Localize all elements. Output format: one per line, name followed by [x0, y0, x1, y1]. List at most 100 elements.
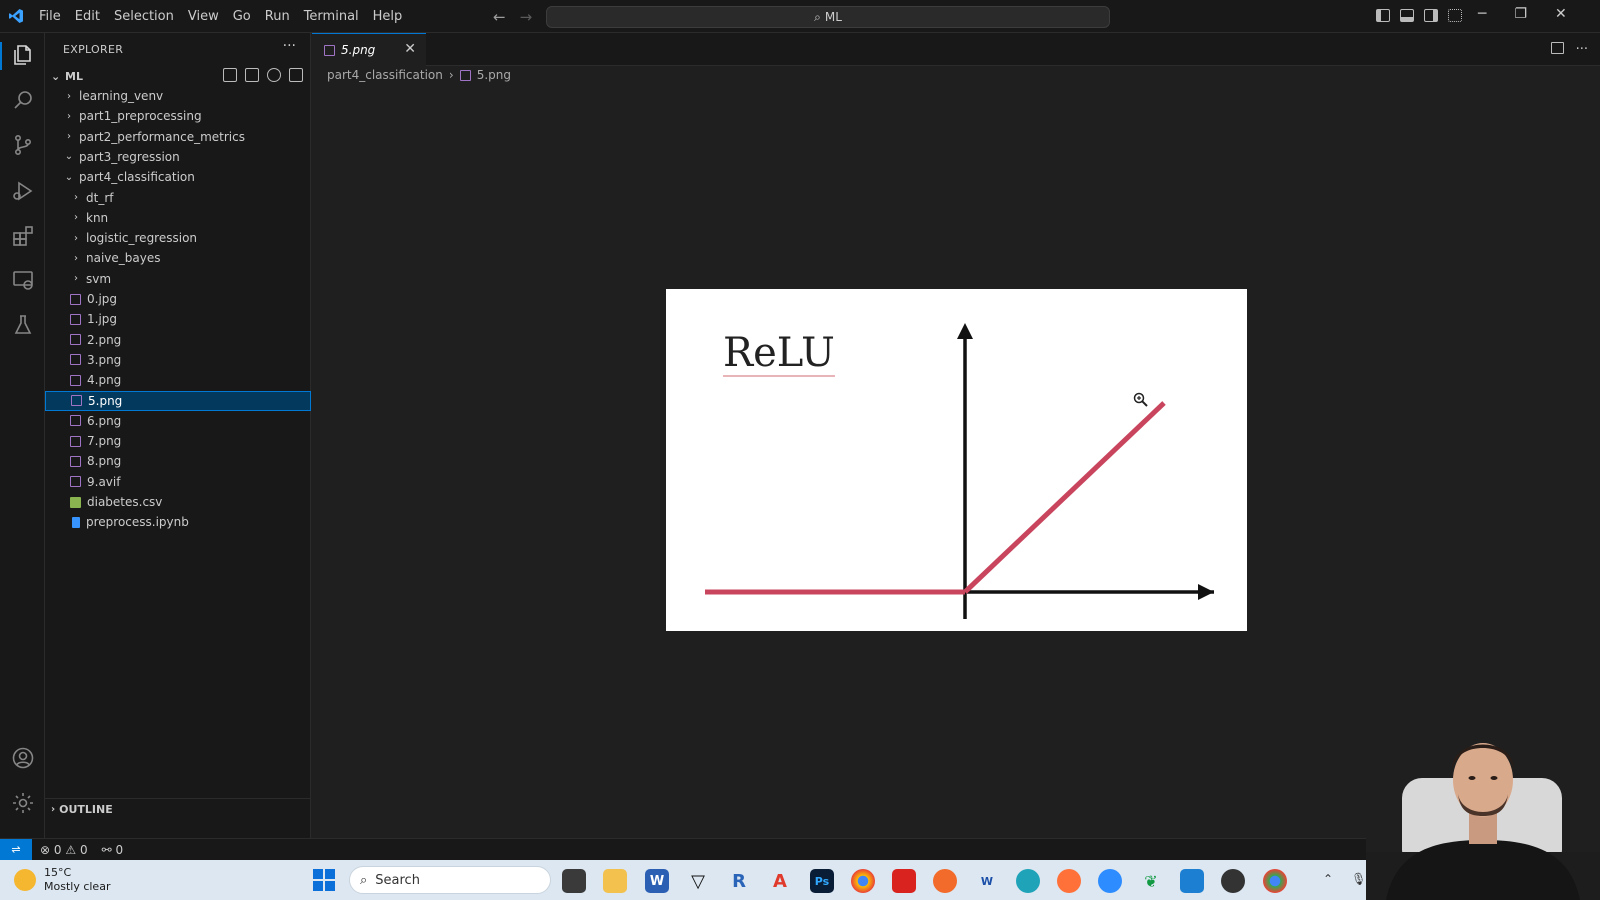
weather-temperature: 15°C [44, 866, 72, 879]
photoshop-icon[interactable]: Ps [810, 869, 834, 893]
tree-item-label: preprocess.ipynb [86, 515, 189, 530]
firefox-icon[interactable] [1057, 869, 1081, 893]
manage-gear-icon[interactable] [10, 790, 35, 815]
tree-item[interactable]: 9.avif [45, 472, 311, 492]
microphone-icon[interactable]: 🎙︎ [1351, 872, 1366, 886]
extensions-icon[interactable] [10, 223, 35, 248]
problems-indicator[interactable]: ⊗ 0 ⚠ 0 [40, 843, 88, 857]
vscode-taskbar-icon[interactable] [1180, 869, 1204, 893]
tree-item[interactable]: › logistic_regression [45, 228, 311, 248]
tree-item[interactable]: 6.png [45, 411, 311, 431]
toggle-primary-sidebar-icon[interactable] [1376, 9, 1390, 22]
more-actions-icon[interactable]: ··· [283, 38, 296, 54]
menu-file[interactable]: File [32, 9, 68, 24]
forward-arrow-icon[interactable]: → [520, 8, 533, 26]
tree-item[interactable]: 4.png [45, 370, 311, 390]
menu-view[interactable]: View [181, 9, 226, 24]
zoom-icon[interactable] [1098, 869, 1122, 893]
tree-item[interactable]: ⌄ part3_regression [45, 147, 311, 167]
status-bar: ⇌ ⊗ 0 ⚠ 0 ⚯ 0 🔔︎ [0, 838, 1600, 861]
workspace-root[interactable]: ⌄ ML [45, 66, 311, 86]
app-green-icon[interactable]: ❦ [1139, 869, 1163, 893]
chevron-up-icon[interactable]: ⌃ [1323, 872, 1333, 886]
close-tab-icon[interactable]: ✕ [404, 41, 416, 57]
search-icon[interactable] [10, 87, 35, 112]
minimize-icon[interactable]: ─ [1478, 6, 1486, 22]
run-debug-icon[interactable] [10, 178, 35, 203]
pdf-reader-icon[interactable] [892, 869, 916, 893]
close-icon[interactable]: ✕ [1555, 6, 1567, 22]
search-icon: ⌕ [360, 872, 368, 888]
chrome-alt-icon[interactable] [1263, 869, 1287, 893]
vim-icon[interactable]: ▽ [686, 869, 710, 893]
new-file-icon[interactable] [223, 68, 237, 82]
toggle-panel-icon[interactable] [1400, 9, 1414, 22]
word-icon[interactable]: W [645, 869, 669, 893]
relu-graph [705, 323, 1214, 619]
weather-widget[interactable]: 15°C Mostly clear [14, 866, 110, 894]
file-explorer-icon[interactable] [603, 869, 627, 893]
tree-item[interactable]: › learning_venv [45, 86, 311, 106]
taskbar-search[interactable]: ⌕ Search [349, 866, 551, 894]
remote-indicator-icon[interactable]: ⇌ [0, 838, 32, 861]
tree-item[interactable]: ⌄ part4_classification [45, 167, 311, 187]
r-studio-icon[interactable]: R [727, 869, 751, 893]
remote-explorer-icon[interactable] [10, 267, 35, 292]
app-red-icon[interactable] [1221, 869, 1245, 893]
image-preview[interactable]: ReLU [666, 289, 1247, 631]
tree-item[interactable]: › part1_preprocessing [45, 106, 311, 126]
acrobat-icon[interactable]: A [768, 869, 792, 893]
tree-item[interactable]: 2.png [45, 330, 311, 350]
source-control-icon[interactable] [10, 132, 35, 157]
menu-edit[interactable]: Edit [68, 9, 107, 24]
app-w-icon[interactable]: W [975, 869, 999, 893]
tree-item[interactable]: › knn [45, 208, 311, 228]
more-actions-icon[interactable]: ··· [1576, 42, 1588, 57]
edge-icon[interactable] [1016, 869, 1040, 893]
app-orange-icon[interactable] [933, 869, 957, 893]
menu-selection[interactable]: Selection [107, 9, 181, 24]
ports-count: 0 [115, 842, 124, 857]
task-view-icon[interactable] [562, 869, 586, 893]
tab-5-png[interactable]: 5.png ✕ [312, 33, 426, 66]
toggle-secondary-sidebar-icon[interactable] [1424, 9, 1438, 22]
chevron-down-icon: ⌄ [51, 69, 61, 83]
testing-icon[interactable] [10, 312, 35, 337]
tree-item[interactable]: 8.png [45, 451, 311, 471]
restore-icon[interactable]: ❐ [1514, 6, 1527, 22]
sidebar-title: EXPLORER [63, 43, 124, 56]
menu-run[interactable]: Run [258, 9, 297, 24]
tree-item[interactable]: 1.jpg [45, 309, 311, 329]
tree-item[interactable]: 5.png [45, 390, 311, 411]
tree-item[interactable]: 7.png [45, 431, 311, 451]
tree-item[interactable]: › svm [45, 269, 311, 289]
new-folder-icon[interactable] [245, 68, 259, 82]
back-arrow-icon[interactable]: ← [493, 8, 506, 26]
customize-layout-icon[interactable] [1448, 9, 1462, 22]
explorer-icon[interactable] [10, 42, 35, 67]
refresh-icon[interactable] [267, 68, 281, 82]
ports-indicator[interactable]: ⚯ 0 [102, 843, 124, 857]
tree-item[interactable]: › naive_bayes [45, 248, 311, 268]
breadcrumb-file[interactable]: 5.png [477, 68, 511, 82]
command-center[interactable]: ⌕ ML [546, 6, 1110, 28]
workspace-root-label: ML [65, 69, 83, 83]
error-icon: ⊗ [40, 842, 51, 857]
start-button[interactable] [313, 869, 335, 891]
outline-section[interactable]: › OUTLINE [45, 798, 311, 820]
chevron-right-icon: › [67, 90, 71, 102]
tree-item[interactable]: 0.jpg [45, 289, 311, 309]
split-editor-icon[interactable] [1550, 42, 1564, 54]
tree-item[interactable]: diabetes.csv [45, 492, 311, 512]
tree-item[interactable]: preprocess.ipynb [45, 512, 311, 532]
tree-item[interactable]: › part2_performance_metrics [45, 127, 311, 147]
chrome-icon[interactable] [851, 869, 875, 893]
accounts-icon[interactable] [10, 745, 35, 770]
menu-help[interactable]: Help [366, 9, 410, 24]
menu-go[interactable]: Go [226, 9, 258, 24]
collapse-all-icon[interactable] [289, 68, 303, 82]
breadcrumb-folder[interactable]: part4_classification [327, 68, 443, 82]
menu-terminal[interactable]: Terminal [297, 9, 366, 24]
tree-item[interactable]: 3.png [45, 350, 311, 370]
tree-item[interactable]: › dt_rf [45, 188, 311, 208]
